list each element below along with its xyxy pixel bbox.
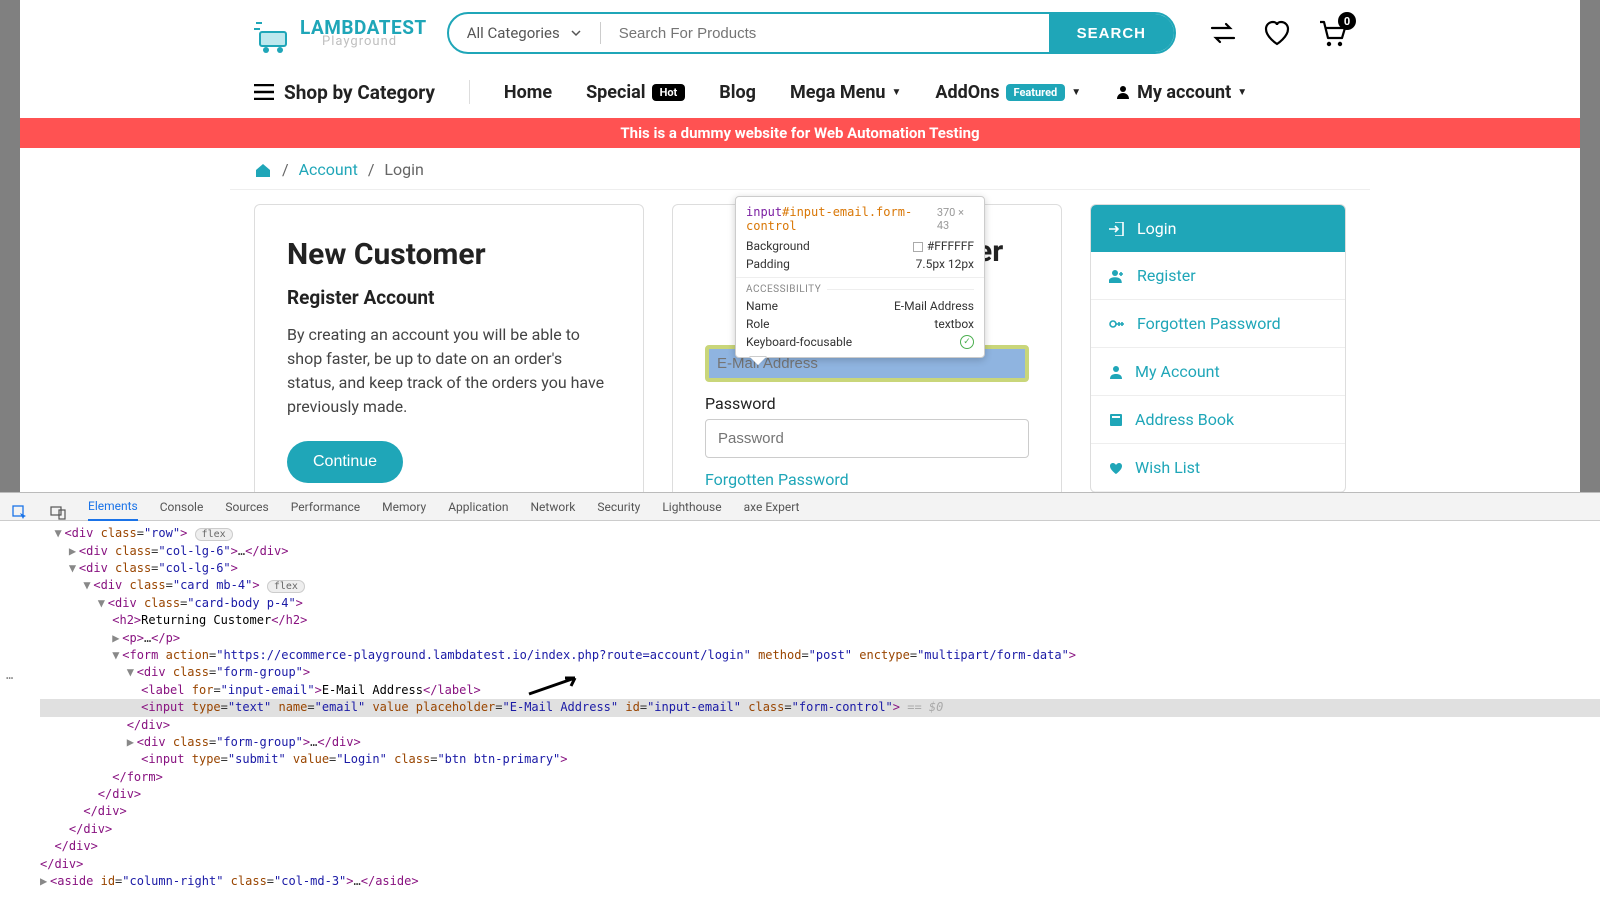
inspect-icon[interactable] (12, 499, 28, 515)
logo[interactable]: LAMBDATEST Playground (254, 12, 427, 54)
tab-security[interactable]: Security (597, 494, 640, 520)
sidebar-address[interactable]: Address Book (1091, 396, 1345, 444)
caret-icon: ▼ (892, 87, 902, 98)
continue-button[interactable]: Continue (287, 441, 403, 483)
caret-icon: ▼ (1071, 87, 1081, 98)
login-icon (1109, 222, 1125, 236)
breadcrumb: / Account / Login (230, 144, 1370, 190)
nav-account[interactable]: My account ▼ (1115, 82, 1247, 103)
main-nav: Shop by Category Home Special Hot Blog M… (230, 54, 1370, 118)
tab-sources[interactable]: Sources (225, 494, 268, 520)
tab-elements[interactable]: Elements (88, 493, 138, 521)
search-button[interactable]: SEARCH (1049, 14, 1174, 52)
header-icons: 0 (1208, 18, 1346, 48)
check-icon: ✓ (960, 335, 974, 349)
sidebar-wishlist[interactable]: Wish List (1091, 444, 1345, 492)
sidebar-login[interactable]: Login (1091, 205, 1345, 252)
menu-icon (254, 84, 274, 100)
shop-by-category[interactable]: Shop by Category (254, 81, 435, 104)
tab-memory[interactable]: Memory (382, 494, 426, 520)
sidebar-register[interactable]: Register (1091, 252, 1345, 300)
category-select[interactable]: All Categories (449, 22, 601, 44)
nav-special[interactable]: Special Hot (586, 82, 685, 103)
devtools-tabs: Elements Console Sources Performance Mem… (0, 493, 1600, 521)
nav-home[interactable]: Home (504, 82, 552, 103)
home-icon[interactable] (254, 162, 272, 178)
nav-addons[interactable]: AddOns Featured ▼ (935, 82, 1081, 103)
breadcrumb-account[interactable]: Account (299, 160, 358, 179)
password-input[interactable] (705, 419, 1029, 458)
tt-role-label: Role (746, 317, 770, 331)
chevron-down-icon (570, 27, 582, 39)
tab-axe[interactable]: axe Expert (744, 494, 800, 520)
tab-application[interactable]: Application (448, 494, 508, 520)
tt-name-value: E-Mail Address (894, 299, 974, 313)
annotation-arrow (525, 674, 585, 698)
tab-lighthouse[interactable]: Lighthouse (662, 494, 721, 520)
search-input[interactable] (601, 14, 1049, 52)
cart-count-badge: 0 (1338, 12, 1356, 30)
user-icon (1115, 84, 1131, 100)
device-icon[interactable] (50, 499, 66, 515)
forgot-password-link[interactable]: Forgotten Password (705, 470, 849, 489)
book-icon (1109, 413, 1123, 427)
tab-network[interactable]: Network (530, 494, 575, 520)
logo-icon (254, 12, 296, 54)
caret-icon: ▼ (1237, 87, 1247, 98)
tt-pad-label: Padding (746, 257, 790, 271)
tt-kb-label: Keyboard-focusable (746, 335, 852, 349)
header: LAMBDATEST Playground All Categories SEA… (230, 0, 1370, 54)
tab-performance[interactable]: Performance (291, 494, 360, 520)
tab-console[interactable]: Console (160, 494, 204, 520)
wishlist-icon[interactable] (1262, 18, 1292, 48)
new-customer-subtitle: Register Account (287, 286, 611, 309)
register-icon (1109, 269, 1125, 283)
sidebar-myaccount[interactable]: My Account (1091, 348, 1345, 396)
cart-icon[interactable]: 0 (1316, 18, 1346, 48)
search-bar: All Categories SEARCH (447, 12, 1176, 54)
logo-sub-text: Playground (322, 35, 427, 48)
account-sidebar: Login Register Forgotten Password My Acc… (1090, 204, 1346, 492)
tt-pad-value: 7.5px 12px (916, 257, 974, 271)
nav-blog[interactable]: Blog (719, 82, 756, 103)
breadcrumb-sep: / (368, 160, 375, 179)
hot-badge: Hot (652, 84, 686, 101)
tt-role-value: textbox (934, 317, 974, 331)
category-select-label: All Categories (467, 24, 560, 42)
featured-badge: Featured (1006, 84, 1066, 101)
tt-access-label: ACCESSIBILITY (746, 284, 821, 295)
inspector-tooltip: input#input-email.form-control 370 × 43 … (735, 196, 985, 358)
tt-bg-value: #FFFFFF (913, 239, 974, 253)
password-label: Password (705, 394, 1029, 413)
nav-mega[interactable]: Mega Menu ▼ (790, 82, 901, 103)
tt-bg-label: Background (746, 239, 810, 253)
compare-icon[interactable] (1208, 18, 1238, 48)
tt-name-label: Name (746, 299, 778, 313)
shop-label: Shop by Category (284, 81, 435, 104)
new-customer-title: New Customer (287, 237, 611, 272)
sidebar-forgotten[interactable]: Forgotten Password (1091, 300, 1345, 348)
key-icon (1109, 317, 1125, 331)
nav-separator (469, 80, 470, 104)
new-customer-body: By creating an account you will be able … (287, 323, 611, 419)
tooltip-dimensions: 370 × 43 (937, 206, 974, 232)
devtools-panel: Elements Console Sources Performance Mem… (0, 492, 1600, 906)
breadcrumb-login: Login (384, 160, 423, 179)
new-customer-card: New Customer Register Account By creatin… (254, 204, 644, 492)
breadcrumb-sep: / (282, 160, 289, 179)
devtools-dom-tree[interactable]: … ▼<div class="row"> flex ▶<div class="c… (0, 521, 1600, 906)
heart-icon (1109, 461, 1123, 475)
user-icon (1109, 365, 1123, 379)
tooltip-selector: input#input-email.form-control (746, 205, 937, 233)
